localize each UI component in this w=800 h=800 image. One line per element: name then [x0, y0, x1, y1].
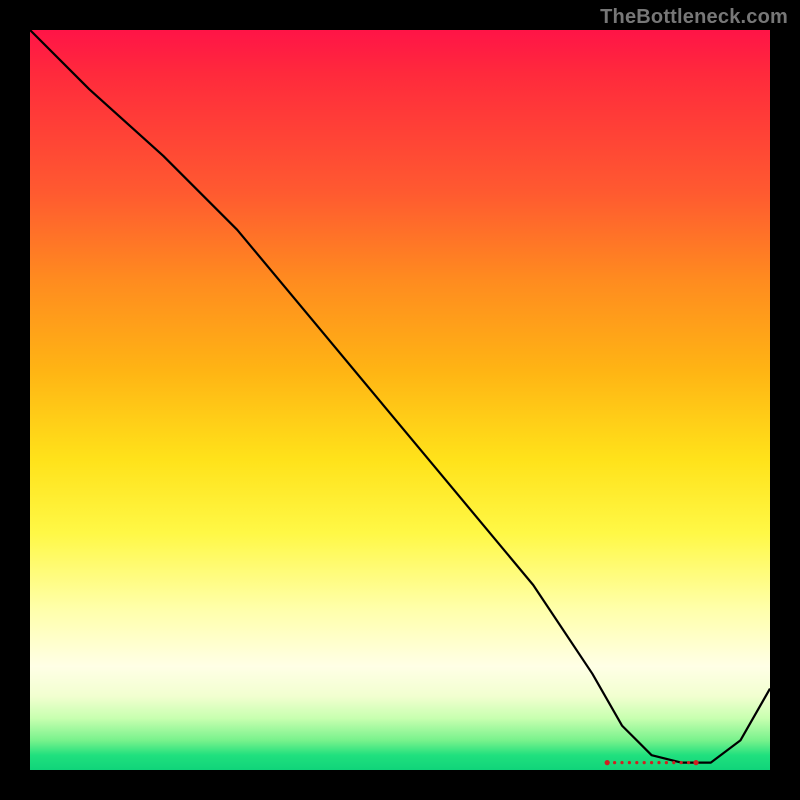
chart-frame: TheBottleneck.com: [0, 0, 800, 800]
watermark-text: TheBottleneck.com: [600, 6, 788, 29]
heat-gradient: [30, 30, 770, 770]
plot-area: [30, 30, 770, 770]
